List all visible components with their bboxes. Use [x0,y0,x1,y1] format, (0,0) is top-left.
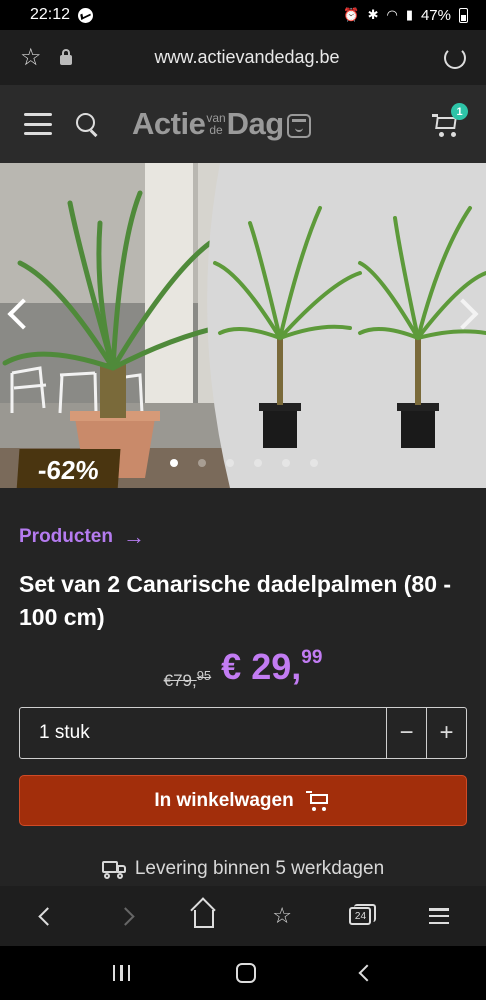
system-back-button[interactable] [358,964,376,982]
carousel-dots [170,459,318,467]
status-time: 22:12 [30,6,71,23]
system-home-button[interactable] [235,963,256,983]
bookmark-star-icon: ☆ [272,903,292,928]
cart-count-badge: 1 [451,103,468,120]
old-price: €79,95 [164,668,212,691]
quantity-plus-button[interactable]: + [426,708,466,758]
truck-icon [101,860,128,879]
product-image-carousel[interactable]: -62% [0,163,486,488]
cart-icon [305,790,332,812]
browser-forward-button[interactable] [105,896,145,936]
hamburger-menu-icon[interactable] [24,113,52,135]
carousel-dot[interactable] [198,459,206,467]
recent-apps-button[interactable] [112,965,131,981]
browser-toolbar: ☆ 24 [0,886,486,946]
cart-button[interactable]: 1 [432,103,468,137]
carousel-dot[interactable] [226,459,234,467]
carousel-dot[interactable] [310,459,318,467]
old-price-main: €79, [163,671,197,690]
quantity-minus-button[interactable]: − [386,708,426,758]
system-nav-bar [0,946,486,1000]
battery-icon [459,7,468,23]
lock-icon[interactable] [60,48,72,65]
add-to-cart-label: In winkelwagen [154,789,294,811]
product-photo [0,163,486,488]
discount-badge: -62% [16,449,121,488]
favorite-star-icon[interactable]: ☆ [20,43,54,72]
arrow-right-icon: → [122,524,145,549]
breadcrumb-label: Producten [19,526,113,547]
battery-percent: 47% [420,6,451,24]
carousel-dot[interactable] [254,459,262,467]
tabs-icon: 24 [349,904,377,925]
logo-word-dag: Dag [226,106,285,141]
quantity-stepper: 1 stuk − + [19,707,467,759]
new-price-main: € 29, [221,646,302,687]
browser-home-button[interactable] [184,896,224,936]
old-price-cents: 95 [196,668,212,683]
breadcrumb-link[interactable]: Producten → [19,524,467,550]
quantity-select[interactable]: 1 stuk [20,708,386,758]
status-icons: ⏰ ✱ ◠ ▮ 47% [343,7,468,24]
reload-icon[interactable] [444,46,466,69]
logo-small-bottom: de [209,123,223,137]
carousel-dot[interactable] [282,459,290,467]
browser-menu-button[interactable] [419,896,459,936]
logo-small-text: van de [206,112,225,136]
search-icon[interactable] [76,113,98,135]
alarm-icon: ⏰ [343,7,360,22]
wifi-icon: ◠ [386,7,398,22]
add-to-cart-button[interactable]: In winkelwagen [19,775,467,826]
menu-icon [428,908,449,924]
new-price: € 29,99 [221,646,322,688]
chevron-right-icon [116,906,135,926]
address-field[interactable]: www.actievandedag.be [86,47,444,68]
status-bar: 22:12 ⏰ ✱ ◠ ▮ 47% [0,0,486,30]
home-icon [193,910,214,928]
delivery-text: Levering binnen 5 werkdagen [134,858,385,879]
browser-bookmarks-button[interactable]: ☆ [262,896,302,936]
site-header: Actie van de Dag 1 [0,85,486,163]
new-price-cents: 99 [301,647,323,668]
calendar-smile-icon [286,113,311,138]
browser-url-bar: ☆ www.actievandedag.be [0,30,486,85]
price-block: €79,95 € 29,99 [19,646,467,691]
chevron-left-icon [37,906,57,926]
carousel-dot[interactable] [170,459,178,467]
product-details: Producten → Set van 2 Canarische dadelpa… [0,488,486,886]
browser-back-button[interactable] [27,896,67,936]
messenger-icon [78,7,94,23]
site-logo[interactable]: Actie van de Dag [132,106,311,142]
bluetooth-icon: ✱ [367,7,379,22]
logo-word-actie: Actie [132,106,206,141]
signal-icon: ▮ [405,7,413,22]
browser-tabs-button[interactable]: 24 [340,896,380,936]
delivery-info: Levering binnen 5 werkdagen [19,858,467,880]
product-title: Set van 2 Canarische dadelpalmen (80 - 1… [19,571,452,630]
